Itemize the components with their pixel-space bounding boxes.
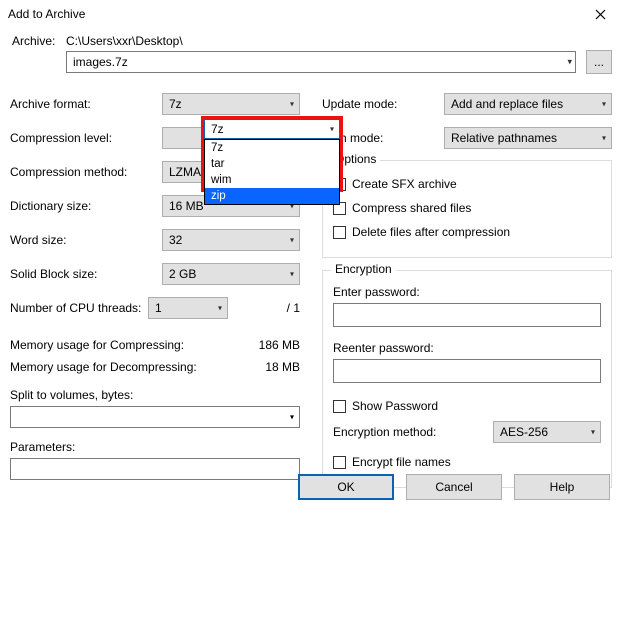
checkbox-icon	[333, 400, 346, 413]
ellipsis-icon: ...	[594, 55, 604, 69]
ok-button[interactable]: OK	[298, 474, 394, 500]
threads-label: Number of CPU threads:	[10, 301, 148, 315]
chevron-down-icon: ▾	[290, 236, 294, 245]
format-dropdown-open: 7z ▾ 7z tar wim zip	[204, 119, 340, 205]
opt-shared-row[interactable]: Compress shared files	[333, 197, 601, 219]
enter-pw-label: Enter password:	[333, 285, 601, 299]
encryption-title: Encryption	[331, 262, 396, 276]
threads-select[interactable]: 1 ▾	[148, 297, 228, 319]
checkbox-icon	[333, 226, 346, 239]
window-title: Add to Archive	[8, 7, 85, 21]
method-label: Compression method:	[10, 165, 162, 179]
archive-filename-input[interactable]	[66, 51, 576, 73]
update-select[interactable]: Add and replace files ▾	[444, 93, 612, 115]
pathmode-select[interactable]: Relative pathnames ▾	[444, 127, 612, 149]
checkbox-icon	[333, 456, 346, 469]
format-option[interactable]: zip	[205, 188, 339, 204]
show-pw-row[interactable]: Show Password	[333, 395, 601, 417]
enc-method-select[interactable]: AES-256 ▾	[493, 421, 601, 443]
chevron-down-icon: ▾	[591, 428, 595, 437]
format-option[interactable]: wim	[205, 172, 339, 188]
format-dropdown-selected-value: 7z	[211, 122, 224, 136]
browse-button[interactable]: ...	[586, 50, 612, 74]
reenter-pw-input[interactable]	[333, 359, 601, 383]
dialog-buttons: OK Cancel Help	[298, 474, 610, 500]
format-label: Archive format:	[10, 97, 162, 111]
pathmode-select-value: Relative pathnames	[451, 131, 557, 145]
close-icon	[595, 9, 606, 20]
enc-method-label: Encryption method:	[333, 425, 493, 439]
threads-total: / 1	[228, 301, 300, 315]
archive-path: C:\Users\xxr\Desktop\	[60, 34, 183, 48]
update-select-value: Add and replace files	[451, 97, 563, 111]
split-label: Split to volumes, bytes:	[10, 388, 300, 402]
threads-select-value: 1	[155, 301, 162, 315]
close-button[interactable]	[578, 0, 622, 28]
chevron-down-icon: ▾	[602, 100, 606, 109]
word-select-value: 32	[169, 233, 182, 247]
chevron-down-icon: ▾	[290, 413, 294, 422]
block-select[interactable]: 2 GB ▾	[162, 263, 300, 285]
opt-sfx-row[interactable]: Create SFX archive	[333, 173, 601, 195]
params-label: Parameters:	[10, 440, 300, 454]
block-label: Solid Block size:	[10, 267, 162, 281]
format-option[interactable]: tar	[205, 156, 339, 172]
dict-select-value: 16 MB	[169, 199, 204, 213]
mem-compress-value: 186 MB	[228, 338, 300, 352]
format-dropdown-list: 7z tar wim zip	[204, 139, 340, 205]
mem-decompress-label: Memory usage for Decompressing:	[10, 360, 228, 374]
mem-compress-label: Memory usage for Compressing:	[10, 338, 228, 352]
chevron-down-icon: ▾	[602, 134, 606, 143]
format-select[interactable]: 7z ▾	[162, 93, 300, 115]
mem-decompress-value: 18 MB	[228, 360, 300, 374]
enc-method-value: AES-256	[500, 425, 548, 439]
format-select-value: 7z	[169, 97, 182, 111]
chevron-down-icon: ▾	[290, 100, 294, 109]
chevron-down-icon: ▾	[330, 125, 334, 134]
options-group: Options Create SFX archive Compress shar…	[322, 160, 612, 258]
enc-names-label: Encrypt file names	[352, 455, 451, 469]
dict-label: Dictionary size:	[10, 199, 162, 213]
enc-names-row[interactable]: Encrypt file names	[333, 451, 601, 473]
titlebar: Add to Archive	[0, 0, 622, 28]
opt-delete-label: Delete files after compression	[352, 225, 510, 239]
chevron-down-icon: ▾	[290, 270, 294, 279]
opt-sfx-label: Create SFX archive	[352, 177, 457, 191]
word-label: Word size:	[10, 233, 162, 247]
archive-label: Archive:	[10, 34, 60, 48]
cancel-button[interactable]: Cancel	[406, 474, 502, 500]
right-column: Update mode: Add and replace files ▾ Pat…	[322, 92, 612, 500]
level-label: Compression level:	[10, 131, 162, 145]
show-pw-label: Show Password	[352, 399, 438, 413]
split-input[interactable]	[10, 406, 300, 428]
format-option[interactable]: 7z	[205, 140, 339, 156]
word-select[interactable]: 32 ▾	[162, 229, 300, 251]
params-input[interactable]	[10, 458, 300, 480]
reenter-pw-label: Reenter password:	[333, 341, 601, 355]
chevron-down-icon: ▾	[218, 304, 222, 313]
opt-shared-label: Compress shared files	[352, 201, 471, 215]
enter-pw-input[interactable]	[333, 303, 601, 327]
opt-delete-row[interactable]: Delete files after compression	[333, 221, 601, 243]
format-dropdown-selected[interactable]: 7z ▾	[204, 119, 340, 139]
update-label: Update mode:	[322, 97, 444, 111]
help-button[interactable]: Help	[514, 474, 610, 500]
encryption-group: Encryption Enter password: Reenter passw…	[322, 270, 612, 488]
block-select-value: 2 GB	[169, 267, 196, 281]
